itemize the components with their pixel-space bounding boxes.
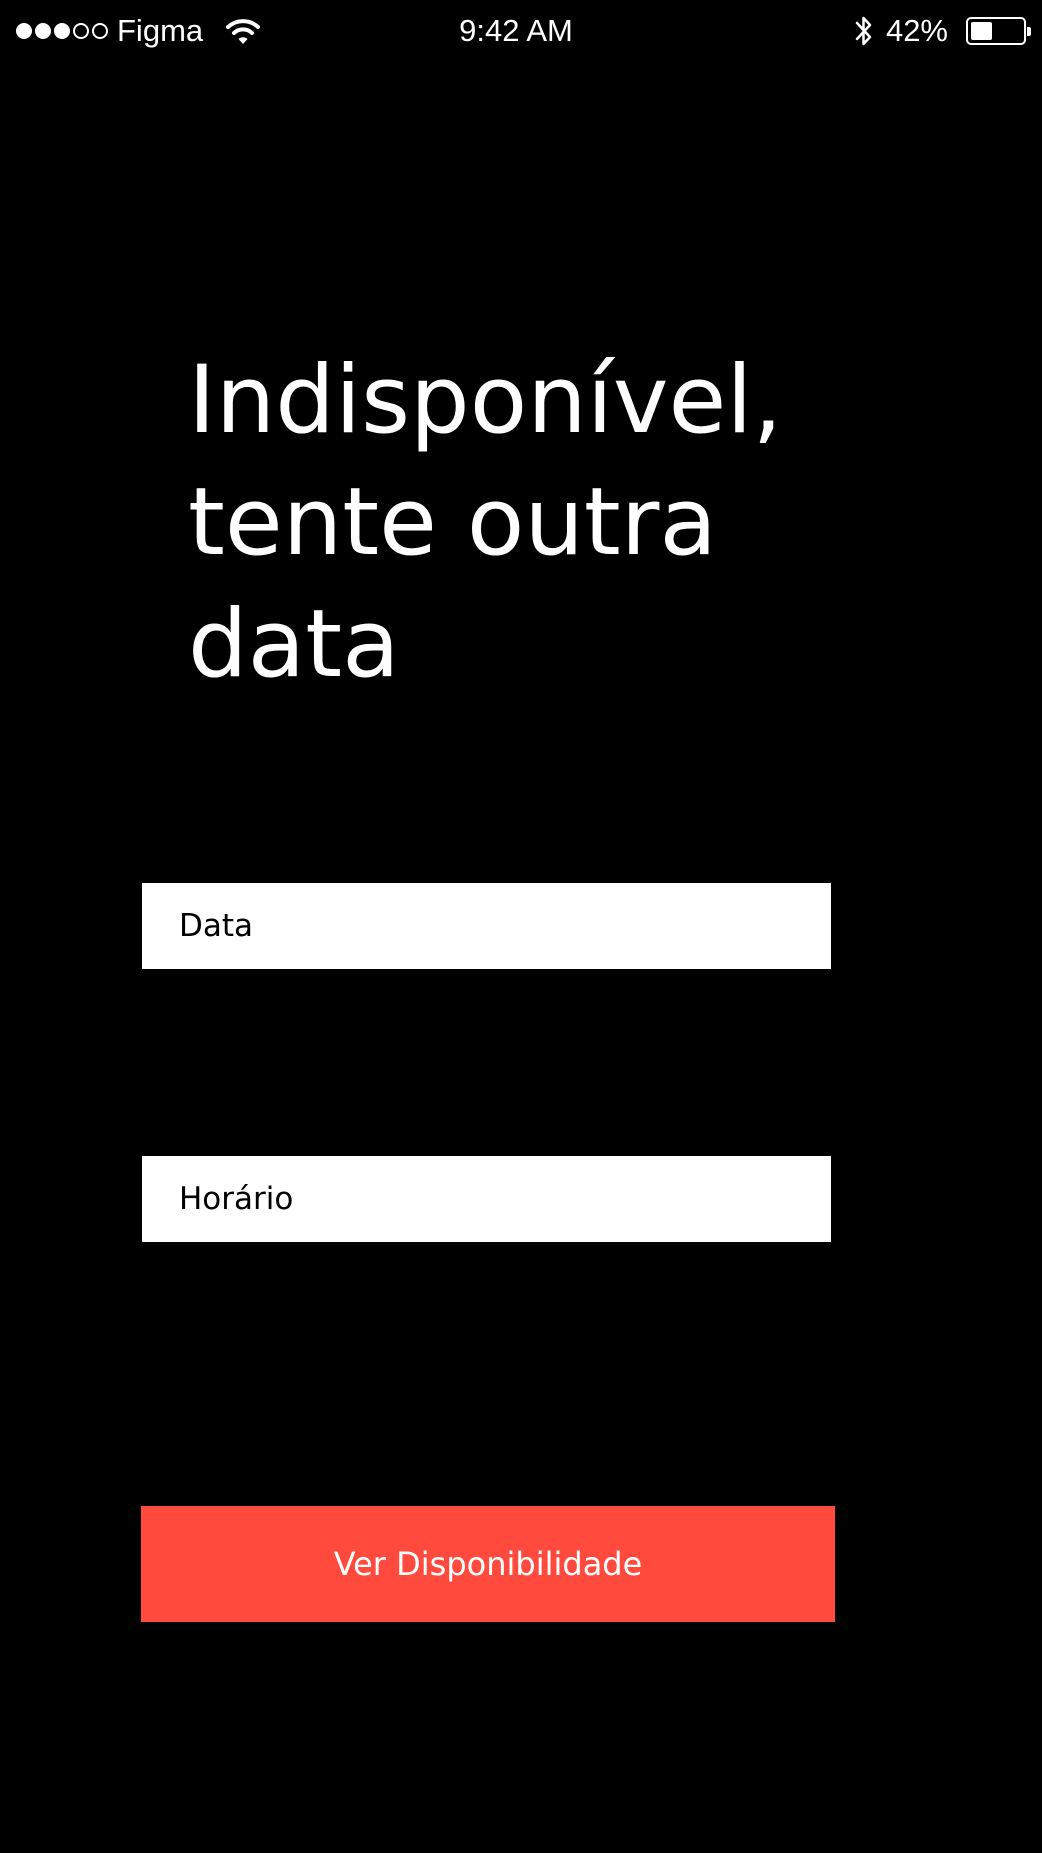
battery-level-fill: [971, 22, 992, 40]
battery-percentage: 42%: [885, 13, 948, 48]
heading-line: tente outra: [188, 468, 718, 577]
heading-line: data: [188, 590, 400, 699]
date-field[interactable]: [142, 883, 831, 969]
date-input[interactable]: [179, 883, 831, 969]
battery-icon: [966, 17, 1031, 45]
time-input[interactable]: [179, 1156, 831, 1242]
bluetooth-icon: [855, 16, 872, 46]
unavailable-heading: Indisponível, tente outra data: [188, 340, 908, 706]
battery-tip: [1027, 27, 1031, 36]
status-right: 42%: [854, 11, 1031, 51]
check-availability-button[interactable]: Ver Disponibilidade: [141, 1506, 835, 1622]
heading-line: Indisponível,: [188, 346, 783, 455]
time-field[interactable]: [142, 1156, 831, 1242]
status-bar: Figma 9:42 AM 42%: [0, 0, 1042, 64]
